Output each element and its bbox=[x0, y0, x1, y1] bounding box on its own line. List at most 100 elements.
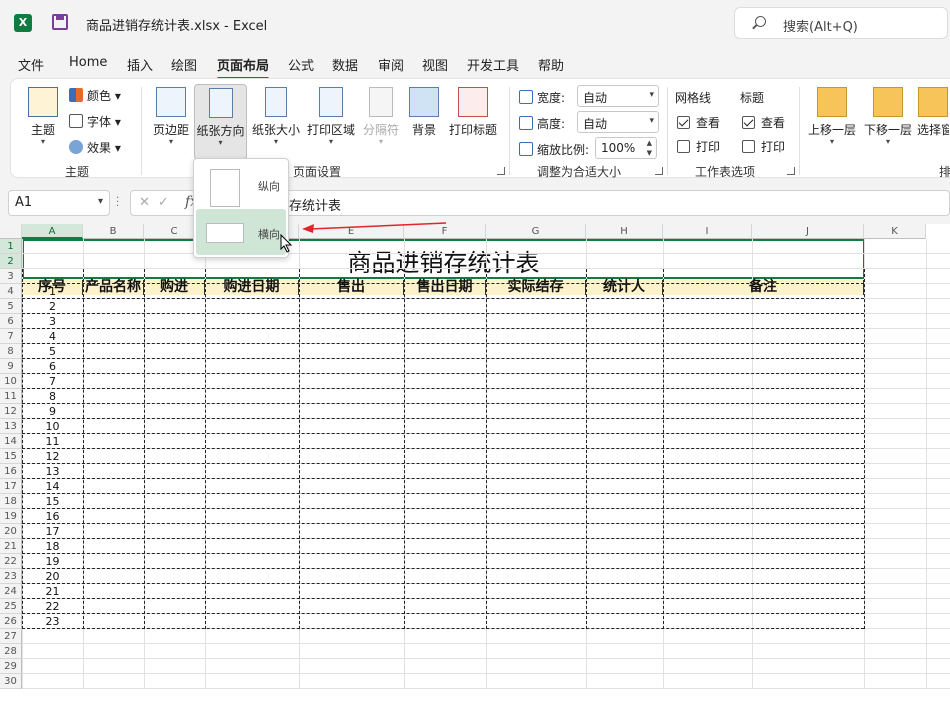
row-header[interactable]: 5 bbox=[0, 299, 22, 314]
effects-button[interactable]: 效果 ▾ bbox=[69, 139, 121, 156]
print-area-button[interactable]: 打印区域 ▾ bbox=[305, 87, 357, 146]
sequence-cell[interactable]: 22 bbox=[22, 600, 83, 613]
save-icon[interactable] bbox=[52, 14, 68, 30]
row-header[interactable]: 26 bbox=[0, 614, 22, 629]
tab-review[interactable]: 审阅 bbox=[378, 55, 404, 74]
scale-spinner[interactable]: 100% ▲ ▼ bbox=[595, 137, 657, 159]
tab-page-layout[interactable]: 页面布局 bbox=[217, 55, 270, 80]
tab-insert[interactable]: 插入 bbox=[127, 55, 153, 74]
sequence-cell[interactable]: 1 bbox=[22, 285, 83, 298]
row-header[interactable]: 16 bbox=[0, 464, 22, 479]
name-box[interactable]: A1 ▾ bbox=[8, 190, 110, 216]
row-header[interactable]: 17 bbox=[0, 479, 22, 494]
more-icon[interactable]: · · · bbox=[116, 194, 119, 212]
cancel-confirm-icons[interactable]: ✕✓ bbox=[139, 195, 177, 210]
column-header[interactable]: B bbox=[83, 224, 144, 239]
sequence-cell[interactable]: 19 bbox=[22, 555, 83, 568]
tab-file[interactable]: 文件 bbox=[18, 55, 44, 74]
print-titles-button[interactable]: 打印标题 bbox=[447, 87, 499, 138]
background-button[interactable]: 背景 bbox=[407, 87, 441, 138]
row-header[interactable]: 28 bbox=[0, 644, 22, 659]
row-header[interactable]: 3 bbox=[0, 269, 22, 284]
select-all-corner[interactable] bbox=[0, 224, 22, 239]
row-header[interactable]: 12 bbox=[0, 404, 22, 419]
row-header[interactable]: 13 bbox=[0, 419, 22, 434]
column-header[interactable]: I bbox=[663, 224, 752, 239]
landscape-option[interactable]: 横向 bbox=[196, 209, 286, 255]
row-header[interactable]: 18 bbox=[0, 494, 22, 509]
row-header[interactable]: 4 bbox=[0, 284, 22, 299]
column-header[interactable]: H bbox=[586, 224, 663, 239]
row-header[interactable]: 1 bbox=[0, 239, 22, 254]
send-backward-button[interactable]: 下移一层 ▾ bbox=[863, 87, 913, 146]
row-header[interactable]: 14 bbox=[0, 434, 22, 449]
sequence-cell[interactable]: 17 bbox=[22, 525, 83, 538]
tab-developer[interactable]: 开发工具 bbox=[467, 55, 519, 74]
orientation-button[interactable]: 纸张方向 ▾ bbox=[194, 84, 247, 160]
sequence-cell[interactable]: 7 bbox=[22, 375, 83, 388]
height-select[interactable]: 自动 ▾ bbox=[577, 111, 659, 133]
tab-draw[interactable]: 绘图 bbox=[171, 55, 197, 74]
tab-help[interactable]: 帮助 bbox=[538, 55, 564, 74]
sequence-cell[interactable]: 4 bbox=[22, 330, 83, 343]
sequence-cell[interactable]: 20 bbox=[22, 570, 83, 583]
row-header[interactable]: 24 bbox=[0, 584, 22, 599]
row-header[interactable]: 25 bbox=[0, 599, 22, 614]
sequence-cell[interactable]: 16 bbox=[22, 510, 83, 523]
row-header[interactable]: 30 bbox=[0, 674, 22, 689]
colors-button[interactable]: 颜色 ▾ bbox=[69, 87, 121, 104]
merged-title-cell[interactable]: 商品进销存统计表 bbox=[22, 239, 865, 279]
row-header[interactable]: 10 bbox=[0, 374, 22, 389]
portrait-option[interactable]: 纵向 bbox=[196, 161, 286, 207]
search-input[interactable]: 搜索(Alt+Q) bbox=[734, 7, 948, 39]
page-setup-launcher-icon[interactable] bbox=[497, 167, 505, 175]
sheet-options-launcher-icon[interactable] bbox=[787, 167, 795, 175]
row-header[interactable]: 15 bbox=[0, 449, 22, 464]
sequence-cell[interactable]: 3 bbox=[22, 315, 83, 328]
headings-print-checkbox[interactable]: 打印 bbox=[742, 138, 785, 155]
row-header[interactable]: 11 bbox=[0, 389, 22, 404]
themes-button[interactable]: 主题 ▾ bbox=[25, 87, 61, 146]
sequence-cell[interactable]: 14 bbox=[22, 480, 83, 493]
size-button[interactable]: 纸张大小 ▾ bbox=[251, 87, 301, 146]
sequence-cell[interactable]: 5 bbox=[22, 345, 83, 358]
margins-button[interactable]: 页边距 ▾ bbox=[151, 87, 191, 146]
row-header[interactable]: 2 bbox=[0, 254, 22, 269]
sequence-cell[interactable]: 8 bbox=[22, 390, 83, 403]
column-header[interactable]: G bbox=[486, 224, 586, 239]
tab-data[interactable]: 数据 bbox=[332, 55, 358, 74]
tab-view[interactable]: 视图 bbox=[422, 55, 448, 74]
scale-launcher-icon[interactable] bbox=[655, 167, 663, 175]
column-header[interactable]: K bbox=[864, 224, 926, 239]
row-header[interactable]: 20 bbox=[0, 524, 22, 539]
sequence-cell[interactable]: 11 bbox=[22, 435, 83, 448]
sequence-cell[interactable]: 23 bbox=[22, 615, 83, 628]
row-header[interactable]: 21 bbox=[0, 539, 22, 554]
row-header[interactable]: 29 bbox=[0, 659, 22, 674]
sequence-cell[interactable]: 18 bbox=[22, 540, 83, 553]
sequence-cell[interactable]: 6 bbox=[22, 360, 83, 373]
row-header[interactable]: 6 bbox=[0, 314, 22, 329]
column-header[interactable]: J bbox=[752, 224, 864, 239]
sequence-cell[interactable]: 15 bbox=[22, 495, 83, 508]
tab-home[interactable]: Home bbox=[69, 55, 107, 70]
sequence-cell[interactable]: 9 bbox=[22, 405, 83, 418]
spreadsheet-grid[interactable]: 商品进销存统计表 ABCDEFGHIJK12345678910111213141… bbox=[0, 224, 950, 713]
sequence-cell[interactable]: 12 bbox=[22, 450, 83, 463]
sequence-cell[interactable]: 21 bbox=[22, 585, 83, 598]
breaks-button[interactable]: 分隔符 ▾ bbox=[361, 87, 401, 146]
sequence-cell[interactable]: 13 bbox=[22, 465, 83, 478]
width-select[interactable]: 自动 ▾ bbox=[577, 85, 659, 107]
column-header[interactable]: A bbox=[22, 224, 83, 239]
sequence-cell[interactable]: 2 bbox=[22, 300, 83, 313]
gridlines-print-checkbox[interactable]: 打印 bbox=[677, 138, 720, 155]
fonts-button[interactable]: 字体 ▾ bbox=[69, 113, 121, 130]
sequence-cell[interactable]: 10 bbox=[22, 420, 83, 433]
gridlines-view-checkbox[interactable]: 查看 bbox=[677, 114, 720, 131]
row-header[interactable]: 23 bbox=[0, 569, 22, 584]
row-header[interactable]: 19 bbox=[0, 509, 22, 524]
bring-forward-button[interactable]: 上移一层 ▾ bbox=[807, 87, 857, 146]
row-header[interactable]: 8 bbox=[0, 344, 22, 359]
row-header[interactable]: 27 bbox=[0, 629, 22, 644]
row-header[interactable]: 7 bbox=[0, 329, 22, 344]
